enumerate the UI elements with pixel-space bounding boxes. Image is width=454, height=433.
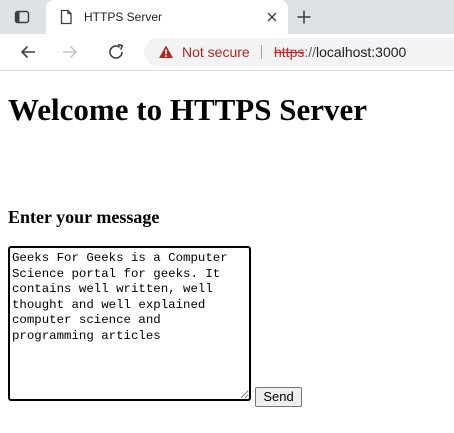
forward-arrow-icon bbox=[61, 43, 79, 61]
message-textarea[interactable]: Geeks For Geeks is a Computer Science po… bbox=[8, 246, 251, 401]
plus-icon bbox=[296, 9, 312, 25]
reload-icon bbox=[107, 43, 125, 61]
tab-actions-button[interactable] bbox=[8, 5, 36, 29]
forward-button[interactable] bbox=[56, 38, 84, 66]
back-arrow-icon bbox=[19, 43, 37, 61]
page-content: Welcome to HTTPS Server Enter your messa… bbox=[0, 71, 454, 433]
page-icon bbox=[58, 9, 74, 25]
close-icon bbox=[267, 12, 277, 22]
tab-close-button[interactable] bbox=[264, 9, 280, 25]
reload-button[interactable] bbox=[102, 38, 130, 66]
new-tab-button[interactable] bbox=[292, 5, 316, 29]
url-text[interactable]: https://localhost:3000 bbox=[274, 44, 406, 60]
tab-strip: HTTPS Server bbox=[0, 0, 454, 34]
omnibox-divider bbox=[261, 45, 262, 59]
url-host: localhost:3000 bbox=[316, 44, 407, 60]
tab-title: HTTPS Server bbox=[84, 10, 163, 24]
url-separator: :// bbox=[304, 44, 317, 60]
address-bar[interactable]: Not secure https://localhost:3000 bbox=[144, 38, 454, 66]
send-button[interactable]: Send bbox=[255, 387, 302, 407]
back-button[interactable] bbox=[14, 38, 42, 66]
page-heading: Welcome to HTTPS Server bbox=[8, 92, 367, 127]
browser-tab[interactable]: HTTPS Server bbox=[46, 0, 288, 34]
message-label: Enter your message bbox=[8, 207, 160, 227]
warning-icon[interactable] bbox=[158, 44, 174, 60]
tab-actions-icon bbox=[14, 9, 30, 25]
browser-toolbar: Not secure https://localhost:3000 bbox=[0, 34, 454, 71]
security-status[interactable]: Not secure bbox=[182, 44, 250, 60]
url-scheme: https bbox=[274, 44, 305, 60]
